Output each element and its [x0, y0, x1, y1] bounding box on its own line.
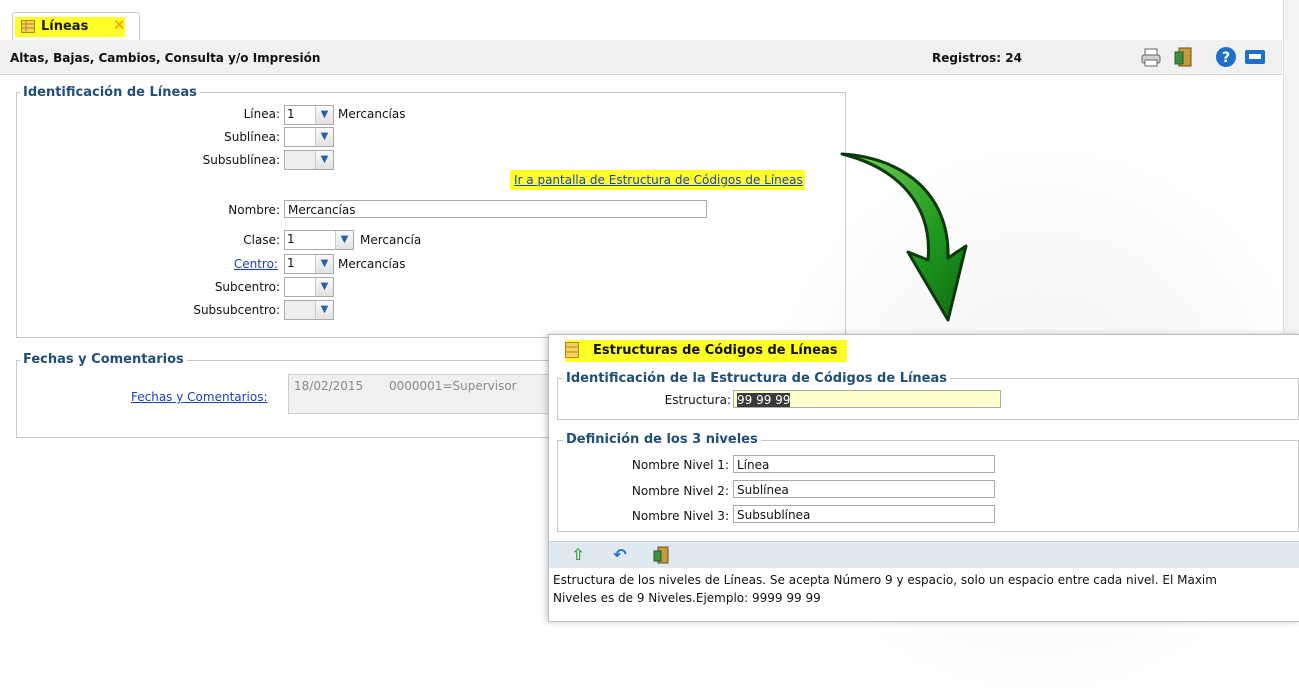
close-icon[interactable]: ✕ — [113, 16, 126, 34]
toolbar-header: Altas, Bajas, Cambios, Consulta y/o Impr… — [0, 40, 1282, 75]
fechas-user: 0000001=Supervisor — [389, 379, 517, 393]
linea-select[interactable]: 1 ▼ — [284, 105, 334, 125]
nivel3-label: Nombre Nivel 3: — [631, 509, 729, 523]
estructura-selected-text: 99 99 99 — [737, 393, 791, 407]
clase-label: Clase: — [243, 233, 280, 247]
subcentro-select[interactable]: ▼ — [284, 277, 334, 297]
status-line-2: Niveles es de 9 Niveles.Ejemplo: 9999 99… — [553, 591, 821, 605]
popup-def-legend: Definición de los 3 niveles — [563, 432, 761, 447]
estructura-link[interactable]: Ir a pantalla de Estructura de Códigos d… — [510, 170, 805, 190]
centro-value: 1 — [287, 256, 295, 270]
nivel1-label: Nombre Nivel 1: — [631, 458, 729, 472]
status-line-1: Estructura de los niveles de Líneas. Se … — [553, 573, 1217, 587]
popup-toolbar: ⇧ ↶ — [549, 541, 1299, 568]
records-count: Registros: 24 — [932, 51, 1022, 65]
popup-title: Estructuras de Códigos de Líneas — [593, 343, 838, 358]
table-icon — [565, 342, 579, 358]
keyboard-icon[interactable] — [1244, 46, 1266, 68]
table-icon — [21, 20, 35, 33]
accept-arrow-icon[interactable]: ⇧ — [569, 546, 587, 564]
exit-door-icon[interactable] — [1173, 46, 1195, 68]
subsublinea-select[interactable]: ▼ — [284, 150, 334, 170]
nombre-input[interactable]: Mercancías — [284, 200, 707, 218]
green-arrow-icon — [840, 152, 968, 322]
chevron-down-icon[interactable]: ▼ — [335, 231, 353, 249]
fechas-link[interactable]: Fechas y Comentarios: — [131, 390, 268, 404]
linea-label: Línea: — [243, 107, 280, 121]
sublinea-select[interactable]: ▼ — [284, 127, 334, 147]
tab-label: Líneas — [41, 19, 89, 34]
sublinea-label: Sublínea: — [224, 130, 280, 144]
chevron-down-icon[interactable]: ▼ — [315, 128, 333, 146]
nivel1-input[interactable]: Línea — [733, 455, 995, 473]
chevron-down-icon[interactable]: ▼ — [315, 255, 333, 273]
nivel3-input[interactable]: Subsublínea — [733, 505, 995, 523]
fechas-legend: Fechas y Comentarios — [20, 352, 187, 367]
popup-ident-legend: Identificación de la Estructura de Códig… — [563, 371, 951, 386]
linea-description: Mercancías — [338, 107, 406, 121]
chevron-down-icon[interactable]: ▼ — [315, 106, 333, 124]
centro-description: Mercancías — [338, 257, 406, 271]
exit-door-icon[interactable] — [653, 546, 671, 564]
help-icon[interactable]: ? — [1215, 46, 1237, 68]
estructura-input[interactable]: 99 99 99 — [733, 390, 1001, 408]
svg-text:?: ? — [1222, 50, 1230, 66]
clase-select[interactable]: 1 ▼ — [284, 230, 354, 250]
centro-link[interactable]: Centro: — [230, 257, 278, 271]
fechas-readonly-box: 18/02/2015 0000001=Supervisor — [288, 374, 558, 414]
estructura-label: Estructura: — [664, 393, 731, 407]
popup-status-text: Estructura de los niveles de Líneas. Se … — [553, 571, 1298, 607]
nivel2-label: Nombre Nivel 2: — [631, 484, 729, 498]
tab-lineas[interactable]: Líneas ✕ — [12, 12, 140, 41]
page-title: Altas, Bajas, Cambios, Consulta y/o Impr… — [10, 51, 321, 65]
subcentro-label: Subcentro: — [214, 280, 280, 294]
undo-icon[interactable]: ↶ — [611, 546, 629, 564]
identificacion-legend: Identificación de Líneas — [20, 85, 200, 100]
nombre-label: Nombre: — [228, 203, 280, 217]
nivel2-input[interactable]: Sublínea — [733, 480, 995, 498]
printer-icon[interactable] — [1140, 46, 1162, 68]
linea-value: 1 — [287, 107, 295, 121]
chevron-down-icon[interactable]: ▼ — [315, 278, 333, 296]
chevron-down-icon[interactable]: ▼ — [315, 301, 333, 319]
subsubcentro-label: Subsubcentro: — [193, 303, 280, 317]
estructura-popup: Estructuras de Códigos de Líneas Identif… — [548, 334, 1299, 622]
chevron-down-icon[interactable]: ▼ — [315, 151, 333, 169]
centro-select[interactable]: 1 ▼ — [284, 254, 334, 274]
clase-value: 1 — [287, 232, 295, 246]
subsubcentro-select[interactable]: ▼ — [284, 300, 334, 320]
clase-description: Mercancía — [360, 233, 422, 247]
subsublinea-label: Subsublínea: — [202, 153, 280, 167]
fechas-date: 18/02/2015 — [294, 379, 364, 393]
